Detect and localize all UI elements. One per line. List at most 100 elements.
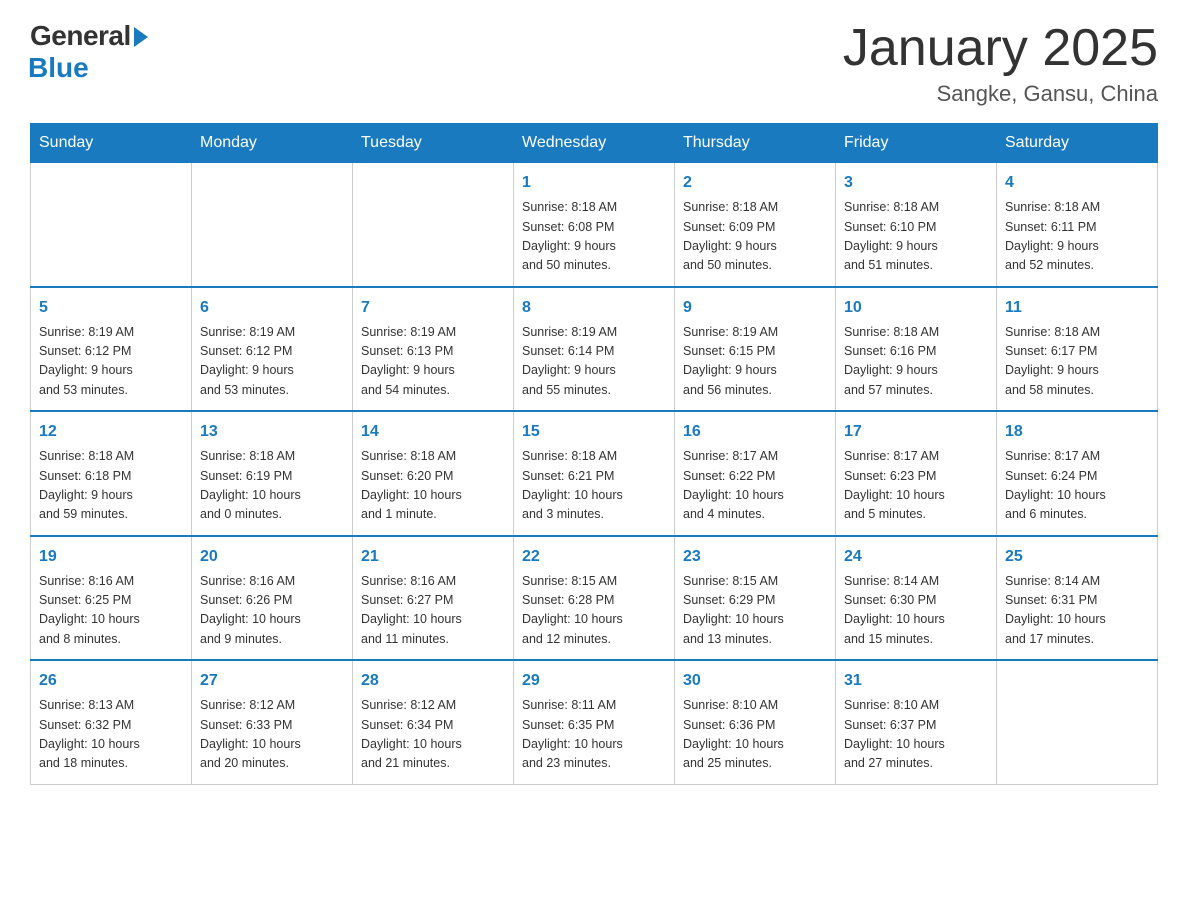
calendar-subtitle: Sangke, Gansu, China	[843, 81, 1158, 107]
day-number: 2	[683, 171, 827, 195]
day-number: 31	[844, 669, 988, 693]
day-of-week-header: Monday	[192, 124, 353, 163]
day-number: 28	[361, 669, 505, 693]
calendar-week-row: 12Sunrise: 8:18 AMSunset: 6:18 PMDayligh…	[31, 411, 1158, 536]
day-info: Sunrise: 8:19 AMSunset: 6:14 PMDaylight:…	[522, 323, 666, 401]
day-number: 4	[1005, 171, 1149, 195]
calendar-empty-cell	[31, 163, 192, 287]
calendar-day-cell: 3Sunrise: 8:18 AMSunset: 6:10 PMDaylight…	[836, 163, 997, 287]
day-number: 8	[522, 296, 666, 320]
calendar-day-cell: 30 Sunrise: 8:10 AMSunset: 6:36 PMDayligh…	[675, 660, 836, 784]
day-number: 22	[522, 545, 666, 569]
day-number: 10	[844, 296, 988, 320]
day-number: 30	[683, 669, 827, 693]
calendar-day-cell: 21Sunrise: 8:16 AMSunset: 6:27 PMDayligh…	[353, 536, 514, 661]
calendar-empty-cell	[353, 163, 514, 287]
day-info: Sunrise: 8:18 AMSunset: 6:17 PMDaylight:…	[1005, 323, 1149, 401]
logo: General Blue	[30, 20, 148, 84]
calendar-day-cell: 5 Sunrise: 8:19 AMSunset: 6:12 PMDaylight…	[31, 287, 192, 412]
day-of-week-header: Wednesday	[514, 124, 675, 163]
day-number: 12	[39, 420, 183, 444]
page-header: General Blue January 2025 Sangke, Gansu,…	[30, 20, 1158, 107]
day-info: Sunrise: 8:14 AMSunset: 6:30 PMDaylight:…	[844, 572, 988, 650]
day-info: Sunrise: 8:10 AMSunset: 6:36 PMDaylight:…	[683, 696, 827, 774]
day-of-week-header: Thursday	[675, 124, 836, 163]
calendar-empty-cell	[997, 660, 1158, 784]
day-info: Sunrise: 8:15 AMSunset: 6:29 PMDaylight:…	[683, 572, 827, 650]
calendar-week-row: 1 Sunrise: 8:18 AMSunset: 6:08 PMDaylight…	[31, 163, 1158, 287]
day-of-week-header: Saturday	[997, 124, 1158, 163]
calendar-day-cell: 16 Sunrise: 8:17 AMSunset: 6:22 PMDayligh…	[675, 411, 836, 536]
calendar-table: SundayMondayTuesdayWednesdayThursdayFrid…	[30, 123, 1158, 785]
day-number: 19	[39, 545, 183, 569]
day-number: 25	[1005, 545, 1149, 569]
calendar-day-cell: 22 Sunrise: 8:15 AMSunset: 6:28 PMDayligh…	[514, 536, 675, 661]
day-number: 17	[844, 420, 988, 444]
calendar-day-cell: 1 Sunrise: 8:18 AMSunset: 6:08 PMDaylight…	[514, 163, 675, 287]
day-number: 7	[361, 296, 505, 320]
calendar-week-row: 19 Sunrise: 8:16 AMSunset: 6:25 PMDayligh…	[31, 536, 1158, 661]
calendar-day-cell: 13Sunrise: 8:18 AMSunset: 6:19 PMDayligh…	[192, 411, 353, 536]
calendar-day-cell: 7 Sunrise: 8:19 AMSunset: 6:13 PMDaylight…	[353, 287, 514, 412]
calendar-week-row: 26 Sunrise: 8:13 AMSunset: 6:32 PMDayligh…	[31, 660, 1158, 784]
day-info: Sunrise: 8:18 AMSunset: 6:20 PMDaylight:…	[361, 447, 505, 525]
day-number: 5	[39, 296, 183, 320]
day-info: Sunrise: 8:11 AMSunset: 6:35 PMDaylight:…	[522, 696, 666, 774]
day-info: Sunrise: 8:10 AMSunset: 6:37 PMDaylight:…	[844, 696, 988, 774]
day-number: 29	[522, 669, 666, 693]
day-of-week-header: Friday	[836, 124, 997, 163]
day-info: Sunrise: 8:18 AMSunset: 6:16 PMDaylight:…	[844, 323, 988, 401]
calendar-day-cell: 20 Sunrise: 8:16 AMSunset: 6:26 PMDayligh…	[192, 536, 353, 661]
day-number: 27	[200, 669, 344, 693]
day-info: Sunrise: 8:18 AMSunset: 6:09 PMDaylight:…	[683, 198, 827, 276]
day-info: Sunrise: 8:19 AMSunset: 6:13 PMDaylight:…	[361, 323, 505, 401]
calendar-day-cell: 19 Sunrise: 8:16 AMSunset: 6:25 PMDayligh…	[31, 536, 192, 661]
day-info: Sunrise: 8:18 AMSunset: 6:11 PMDaylight:…	[1005, 198, 1149, 276]
calendar-day-cell: 23 Sunrise: 8:15 AMSunset: 6:29 PMDayligh…	[675, 536, 836, 661]
calendar-day-cell: 4 Sunrise: 8:18 AMSunset: 6:11 PMDaylight…	[997, 163, 1158, 287]
day-info: Sunrise: 8:12 AMSunset: 6:34 PMDaylight:…	[361, 696, 505, 774]
day-number: 21	[361, 545, 505, 569]
day-info: Sunrise: 8:13 AMSunset: 6:32 PMDaylight:…	[39, 696, 183, 774]
calendar-day-cell: 11 Sunrise: 8:18 AMSunset: 6:17 PMDayligh…	[997, 287, 1158, 412]
title-block: January 2025 Sangke, Gansu, China	[843, 20, 1158, 107]
calendar-day-cell: 29 Sunrise: 8:11 AMSunset: 6:35 PMDayligh…	[514, 660, 675, 784]
calendar-day-cell: 31 Sunrise: 8:10 AMSunset: 6:37 PMDayligh…	[836, 660, 997, 784]
day-number: 13	[200, 420, 344, 444]
calendar-day-cell: 2 Sunrise: 8:18 AMSunset: 6:09 PMDaylight…	[675, 163, 836, 287]
day-number: 26	[39, 669, 183, 693]
day-info: Sunrise: 8:17 AMSunset: 6:22 PMDaylight:…	[683, 447, 827, 525]
calendar-day-cell: 25 Sunrise: 8:14 AMSunset: 6:31 PMDayligh…	[997, 536, 1158, 661]
calendar-day-cell: 18Sunrise: 8:17 AMSunset: 6:24 PMDayligh…	[997, 411, 1158, 536]
day-info: Sunrise: 8:18 AMSunset: 6:08 PMDaylight:…	[522, 198, 666, 276]
day-info: Sunrise: 8:12 AMSunset: 6:33 PMDaylight:…	[200, 696, 344, 774]
day-number: 11	[1005, 296, 1149, 320]
calendar-empty-cell	[192, 163, 353, 287]
day-of-week-header: Tuesday	[353, 124, 514, 163]
day-number: 24	[844, 545, 988, 569]
calendar-day-cell: 27 Sunrise: 8:12 AMSunset: 6:33 PMDayligh…	[192, 660, 353, 784]
logo-blue-text: Blue	[28, 52, 89, 84]
day-info: Sunrise: 8:16 AMSunset: 6:25 PMDaylight:…	[39, 572, 183, 650]
day-info: Sunrise: 8:17 AMSunset: 6:23 PMDaylight:…	[844, 447, 988, 525]
calendar-week-row: 5 Sunrise: 8:19 AMSunset: 6:12 PMDaylight…	[31, 287, 1158, 412]
day-number: 16	[683, 420, 827, 444]
calendar-day-cell: 15Sunrise: 8:18 AMSunset: 6:21 PMDayligh…	[514, 411, 675, 536]
day-number: 14	[361, 420, 505, 444]
day-number: 1	[522, 171, 666, 195]
day-info: Sunrise: 8:14 AMSunset: 6:31 PMDaylight:…	[1005, 572, 1149, 650]
day-info: Sunrise: 8:19 AMSunset: 6:12 PMDaylight:…	[39, 323, 183, 401]
day-info: Sunrise: 8:19 AMSunset: 6:12 PMDaylight:…	[200, 323, 344, 401]
day-number: 18	[1005, 420, 1149, 444]
day-number: 3	[844, 171, 988, 195]
day-info: Sunrise: 8:16 AMSunset: 6:26 PMDaylight:…	[200, 572, 344, 650]
day-number: 20	[200, 545, 344, 569]
day-number: 23	[683, 545, 827, 569]
calendar-day-cell: 26 Sunrise: 8:13 AMSunset: 6:32 PMDayligh…	[31, 660, 192, 784]
calendar-day-cell: 10 Sunrise: 8:18 AMSunset: 6:16 PMDayligh…	[836, 287, 997, 412]
logo-arrow-icon	[134, 27, 148, 47]
day-info: Sunrise: 8:15 AMSunset: 6:28 PMDaylight:…	[522, 572, 666, 650]
calendar-day-cell: 6Sunrise: 8:19 AMSunset: 6:12 PMDaylight…	[192, 287, 353, 412]
calendar-day-cell: 9Sunrise: 8:19 AMSunset: 6:15 PMDaylight…	[675, 287, 836, 412]
day-of-week-header: Sunday	[31, 124, 192, 163]
